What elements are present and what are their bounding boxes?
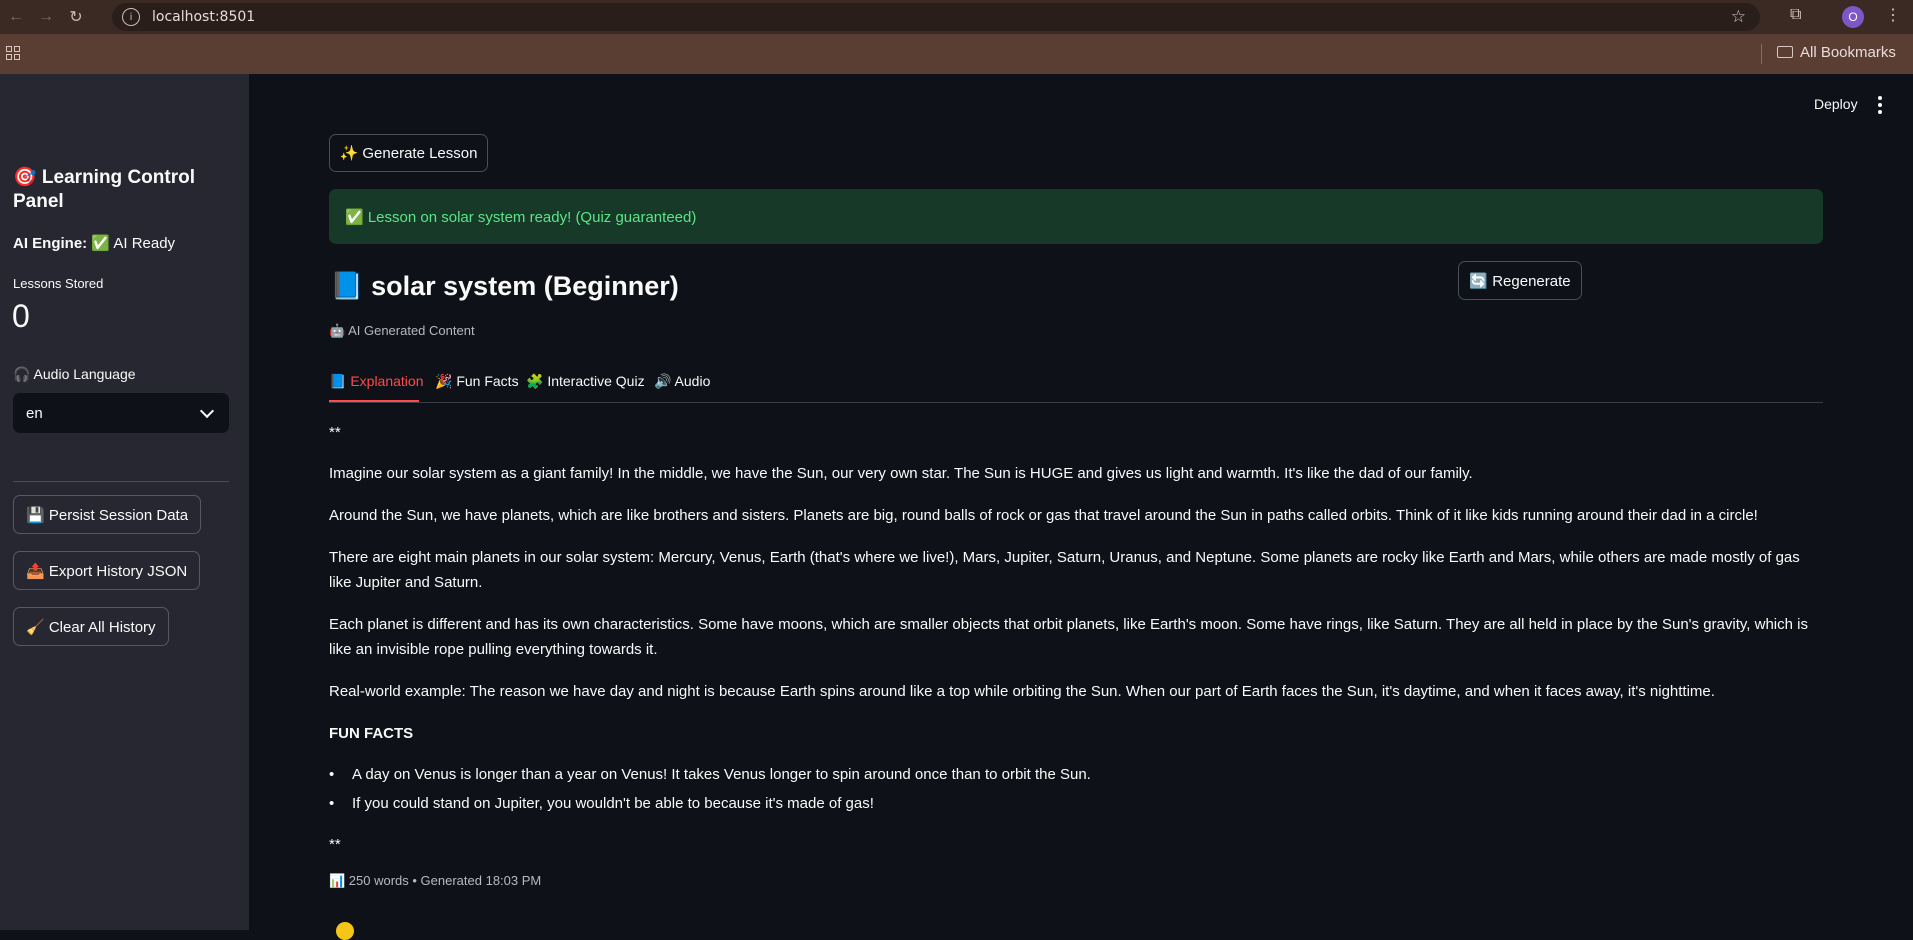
ai-engine-value: ✅ AI Ready [91,235,176,252]
browser-menu-icon[interactable]: ⋮ [1885,5,1901,25]
all-bookmarks-link[interactable]: All Bookmarks [1800,44,1896,61]
extensions-icon[interactable]: ⧉ [1790,6,1810,26]
emoji-icon [336,922,354,940]
export-history-button[interactable]: 📤 Export History JSON [13,551,201,590]
audio-language-select[interactable]: en [13,393,229,433]
app-menu-icon[interactable] [1878,96,1882,114]
forward-icon[interactable]: → [32,3,60,31]
address-bar[interactable]: i localhost:8501 ☆ [112,3,1760,31]
audio-language-value: en [26,404,43,422]
site-info-icon[interactable]: i [122,8,140,26]
bookmarks-bar: All Bookmarks [0,34,1913,74]
paragraph: Imagine our solar system as a giant fami… [329,465,1473,482]
tab-explanation[interactable]: 📘 Explanation [329,373,424,390]
persist-session-button[interactable]: 💾 Persist Session Data [13,495,202,534]
ai-generated-caption: 🤖 AI Generated Content [329,323,475,338]
paragraph: There are eight main planets in our sola… [329,549,1800,591]
folder-icon [1777,46,1793,58]
bookmarks-divider [1761,44,1762,64]
audio-language-label: 🎧 Audio Language [13,366,136,382]
fun-fact-text: A day on Venus is longer than a year on … [352,766,1091,783]
star-marker-top: ** [329,424,341,441]
apps-grid-icon[interactable] [6,46,20,60]
word-count-caption: 📊 250 words • Generated 18:03 PM [329,873,542,888]
fun-fact-text: If you could stand on Jupiter, you would… [352,795,874,812]
paragraph: Real-world example: The reason we have d… [329,683,1715,700]
tab-audio[interactable]: 🔊 Audio [654,373,710,390]
paragraph: Each planet is different and has its own… [329,616,1808,658]
deploy-button[interactable]: Deploy [1814,96,1858,112]
browser-toolbar: ← → ↻ i localhost:8501 ☆ ⧉ O ⋮ [0,0,1913,34]
sidebar: 🎯 Learning Control Panel AI Engine: ✅ AI… [0,74,249,930]
generate-lesson-button[interactable]: ✨ Generate Lesson [329,134,488,172]
success-alert: ✅ Lesson on solar system ready! (Quiz gu… [329,189,1823,244]
fun-facts-heading: FUN FACTS [329,725,414,742]
profile-avatar[interactable]: O [1842,6,1864,28]
url-text: localhost:8501 [152,9,256,25]
ai-engine-status: AI Engine: ✅ AI Ready [13,234,175,252]
lesson-title: 📘 solar system (Beginner) [330,271,679,301]
active-tab-indicator [329,400,419,402]
tab-interactive-quiz[interactable]: 🧩 Interactive Quiz [526,373,645,390]
bullet-dot: • [329,766,335,783]
paragraph: Around the Sun, we have planets, which a… [329,507,1758,524]
bullet-dot: • [329,795,335,812]
sidebar-divider [13,481,229,482]
reload-icon[interactable]: ↻ [62,3,90,31]
tab-fun-facts[interactable]: 🎉 Fun Facts [435,373,519,390]
lessons-stored-value: 0 [12,298,30,334]
ai-engine-label: AI Engine: [13,235,88,252]
clear-history-button[interactable]: 🧹 Clear All History [13,607,169,646]
chevron-down-icon [199,403,215,419]
star-marker-bottom: ** [329,836,341,853]
lessons-stored-label: Lessons Stored [13,276,104,291]
lesson-tabs: 📘 Explanation 🎉 Fun Facts 🧩 Interactive … [329,369,1823,403]
regenerate-button[interactable]: 🔄 Regenerate [1458,261,1582,300]
back-icon[interactable]: ← [2,3,30,31]
bookmark-star-icon[interactable]: ☆ [1731,7,1746,27]
sidebar-title: 🎯 Learning Control Panel [13,167,195,212]
